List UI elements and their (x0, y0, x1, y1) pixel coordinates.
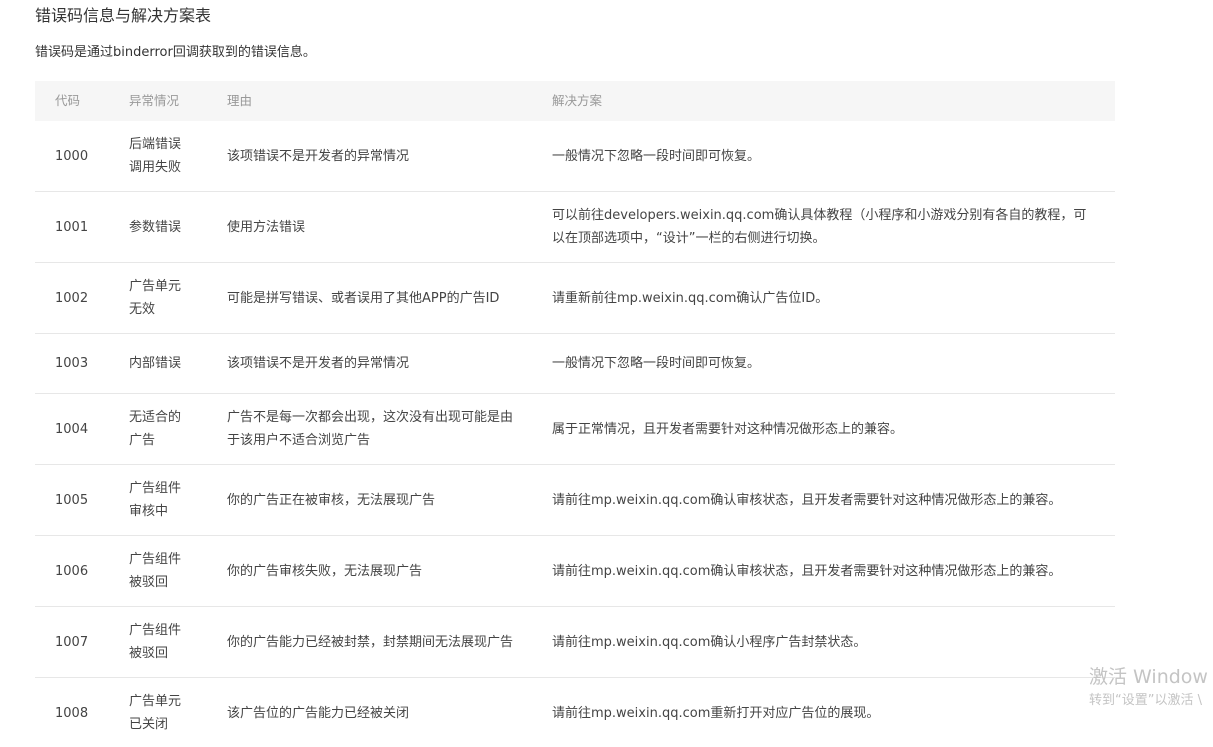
cell-solution: 请前往mp.weixin.qq.com确认审核状态，且开发者需要针对这种情况做形… (552, 563, 1062, 579)
cell-case: 广告组件审核中 (129, 481, 182, 519)
cell-solution: 可以前往developers.weixin.qq.com确认具体教程（小程序和小… (552, 208, 1087, 246)
table-row: 1005 广告组件审核中 你的广告正在被审核，无法展现广告 请前往mp.weix… (35, 465, 1115, 536)
cell-code: 1005 (55, 492, 89, 508)
table-row: 1008 广告单元已关闭 该广告位的广告能力已经被关闭 请前往mp.weixin… (35, 678, 1115, 747)
cell-reason: 该项错误不是开发者的异常情况 (227, 356, 410, 371)
table-row: 1001 参数错误 使用方法错误 可以前往developers.weixin.q… (35, 192, 1115, 263)
cell-solution: 请重新前往mp.weixin.qq.com确认广告位ID。 (552, 290, 829, 306)
cell-code: 1002 (55, 290, 89, 306)
cell-case: 无适合的广告 (129, 410, 182, 448)
cell-code: 1008 (55, 705, 89, 721)
cell-case: 参数错误 (129, 219, 182, 235)
header-solution: 解决方案 (552, 93, 603, 108)
cell-code: 1007 (55, 634, 89, 650)
cell-reason: 你的广告正在被审核，无法展现广告 (227, 492, 436, 508)
page-description: 错误码是通过binderror回调获取到的错误信息。 (35, 45, 316, 60)
table-row: 1007 广告组件被驳回 你的广告能力已经被封禁，封禁期间无法展现广告 请前往m… (35, 607, 1115, 678)
header-case: 异常情况 (129, 93, 180, 108)
cell-solution: 一般情况下忽略一段时间即可恢复。 (552, 148, 761, 164)
page-title: 错误码信息与解决方案表 (35, 6, 212, 25)
table-header: 代码 异常情况 理由 解决方案 (35, 81, 1115, 121)
cell-reason: 该广告位的广告能力已经被关闭 (227, 705, 410, 721)
cell-code: 1001 (55, 219, 89, 235)
activation-watermark-title: 激活 Window (1089, 666, 1208, 688)
cell-solution: 请前往mp.weixin.qq.com确认小程序广告封禁状态。 (552, 634, 867, 650)
table-row: 1004 无适合的广告 广告不是每一次都会出现，这次没有出现可能是由于该用户不适… (35, 394, 1115, 465)
error-code-table: 代码 异常情况 理由 解决方案 1000 后端错误调用失败 该项错误不是开发者的… (35, 81, 1115, 747)
table-row: 1006 广告组件被驳回 你的广告审核失败，无法展现广告 请前往mp.weixi… (35, 536, 1115, 607)
cell-reason: 使用方法错误 (227, 219, 306, 235)
cell-solution: 属于正常情况，且开发者需要针对这种情况做形态上的兼容。 (552, 421, 904, 437)
page: 错误码信息与解决方案表 错误码是通过binderror回调获取到的错误信息。 代… (0, 0, 1213, 747)
activation-watermark-subtitle: 转到“设置”以激活 \ (1089, 693, 1202, 708)
table-row: 1002 广告单元无效 可能是拼写错误、或者误用了其他APP的广告ID 请重新前… (35, 263, 1115, 334)
cell-case: 后端错误调用失败 (129, 137, 182, 175)
header-reason: 理由 (227, 93, 253, 108)
table-row: 1003 内部错误 该项错误不是开发者的异常情况 一般情况下忽略一段时间即可恢复… (35, 334, 1115, 394)
cell-code: 1004 (55, 421, 89, 437)
cell-reason: 可能是拼写错误、或者误用了其他APP的广告ID (227, 290, 500, 306)
cell-code: 1006 (55, 563, 89, 579)
cell-reason: 广告不是每一次都会出现，这次没有出现可能是由于该用户不适合浏览广告 (227, 410, 514, 448)
cell-case: 广告组件被驳回 (129, 623, 182, 661)
cell-case: 广告单元无效 (129, 279, 182, 317)
cell-solution: 一般情况下忽略一段时间即可恢复。 (552, 356, 761, 371)
cell-reason: 该项错误不是开发者的异常情况 (227, 148, 410, 164)
table-row: 1000 后端错误调用失败 该项错误不是开发者的异常情况 一般情况下忽略一段时间… (35, 121, 1115, 192)
cell-reason: 你的广告能力已经被封禁，封禁期间无法展现广告 (227, 634, 514, 650)
cell-solution: 请前往mp.weixin.qq.com重新打开对应广告位的展现。 (552, 705, 880, 721)
cell-case: 广告组件被驳回 (129, 552, 182, 590)
header-code: 代码 (55, 93, 81, 108)
cell-case: 内部错误 (129, 356, 182, 371)
cell-code: 1000 (55, 148, 89, 164)
cell-code: 1003 (55, 356, 89, 371)
cell-solution: 请前往mp.weixin.qq.com确认审核状态，且开发者需要针对这种情况做形… (552, 492, 1062, 508)
cell-case: 广告单元已关闭 (129, 694, 182, 732)
cell-reason: 你的广告审核失败，无法展现广告 (227, 563, 423, 579)
